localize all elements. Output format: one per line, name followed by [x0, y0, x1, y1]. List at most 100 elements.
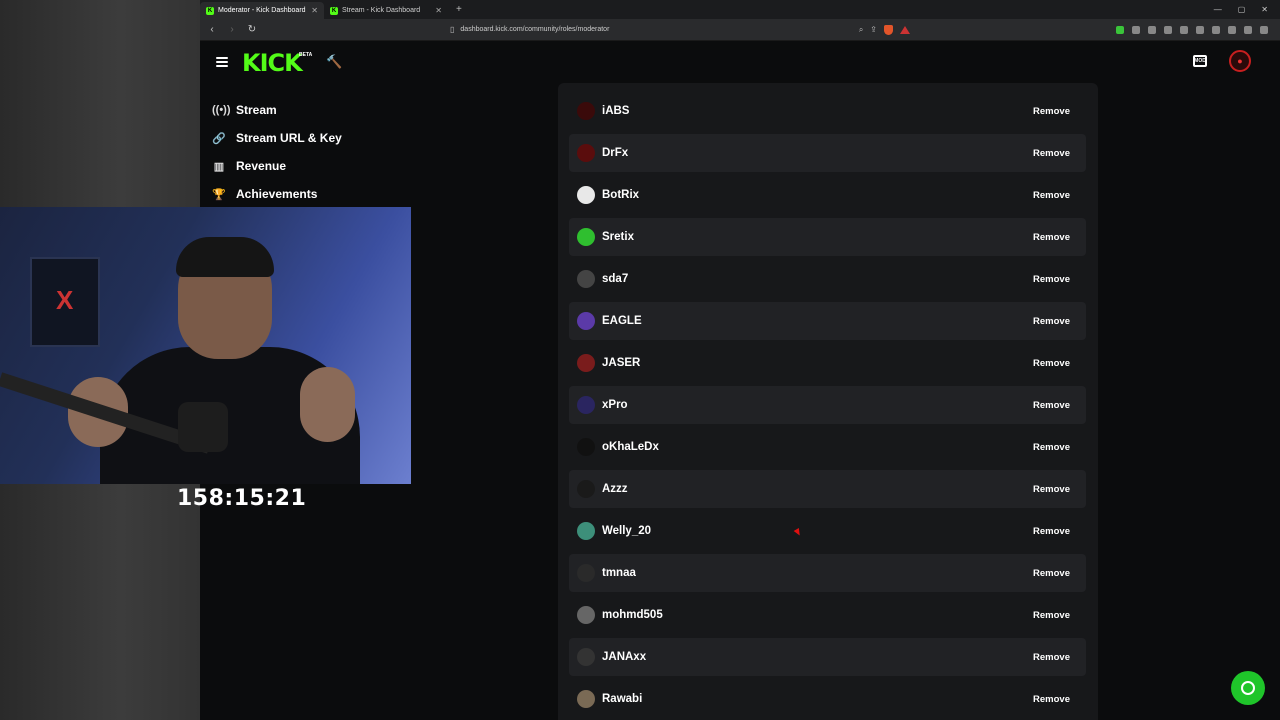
remove-moderator-button[interactable]: Remove: [1027, 690, 1076, 709]
remove-moderator-button[interactable]: Remove: [1027, 480, 1076, 499]
moderator-row: Welly_20 Remove: [569, 512, 1086, 550]
sidebar-icon[interactable]: [1212, 25, 1220, 34]
moderator-row: BotRix Remove: [569, 176, 1086, 214]
extension-icon[interactable]: [1196, 25, 1204, 34]
moderator-avatar: [577, 270, 595, 288]
zoom-icon[interactable]: ⌕: [859, 25, 863, 35]
moderator-row: xPro Remove: [569, 386, 1086, 424]
moderation-hammer-icon[interactable]: 🔨: [326, 54, 342, 70]
brave-shield-icon[interactable]: [884, 24, 893, 35]
sidebar-item-label: Stream URL & Key: [236, 131, 342, 145]
bookmark-icon[interactable]: ▯: [450, 25, 454, 34]
sidebar-item-label: Revenue: [236, 159, 287, 173]
moderator-avatar: [577, 648, 595, 666]
tab-title: Moderator - Kick Dashboard: [218, 7, 306, 14]
sidebar-item-achievements[interactable]: 🏆 Achievements: [212, 180, 392, 208]
broadcast-icon: ((•)): [212, 104, 231, 116]
sidebar-item-revenue[interactable]: ▥ Revenue: [212, 152, 392, 180]
minimize-icon[interactable]: —: [1214, 5, 1222, 14]
window-controls: — ▢ ✕: [1214, 5, 1280, 14]
remove-moderator-button[interactable]: Remove: [1027, 270, 1076, 289]
close-tab-icon[interactable]: ✕: [435, 6, 442, 15]
remove-moderator-button[interactable]: Remove: [1027, 186, 1076, 205]
moderator-avatar: [577, 228, 595, 246]
sidebar-item-label: Achievements: [236, 187, 318, 201]
moderator-username[interactable]: oKhaLeDx: [602, 441, 659, 453]
moderator-row: Sretix Remove: [569, 218, 1086, 256]
moderator-username[interactable]: xPro: [602, 399, 628, 411]
remove-moderator-button[interactable]: Remove: [1027, 606, 1076, 625]
moderator-username[interactable]: JANAxx: [602, 651, 646, 663]
moderator-username[interactable]: DrFx: [602, 147, 628, 159]
help-chat-button[interactable]: [1231, 671, 1265, 705]
link-icon: 🔗: [212, 132, 226, 145]
microphone: [178, 402, 228, 452]
reload-icon[interactable]: ↻: [246, 24, 258, 35]
brave-rewards-icon[interactable]: [900, 25, 910, 34]
back-icon[interactable]: ‹: [206, 24, 218, 35]
moderator-row: Azzz Remove: [569, 470, 1086, 508]
moderator-username[interactable]: tmnaa: [602, 567, 636, 579]
beta-badge: BETA: [299, 52, 313, 58]
moderator-row: oKhaLeDx Remove: [569, 428, 1086, 466]
hamburger-menu-icon[interactable]: [216, 57, 228, 67]
mod-view-icon[interactable]: MOD: [1193, 55, 1207, 67]
remove-moderator-button[interactable]: Remove: [1027, 396, 1076, 415]
extension-icon[interactable]: [1132, 25, 1140, 34]
browser-toolbar: ‹ › ↻ ▯ dashboard.kick.com/community/rol…: [200, 19, 1280, 41]
sidebar-item-label: Stream: [236, 103, 277, 117]
moderator-username[interactable]: BotRix: [602, 189, 639, 201]
extensions-bar: [1116, 25, 1274, 34]
remove-moderator-button[interactable]: Remove: [1027, 648, 1076, 667]
streamer-hair: [176, 237, 274, 277]
user-avatar[interactable]: ●: [1229, 50, 1251, 72]
close-tab-icon[interactable]: ✕: [311, 6, 318, 15]
moderator-username[interactable]: sda7: [602, 273, 628, 285]
extension-icon[interactable]: [1180, 25, 1188, 34]
url-actions: ⌕ ⇪: [859, 24, 910, 35]
tab-title: Stream - Kick Dashboard: [342, 7, 421, 14]
moderator-avatar: [577, 144, 595, 162]
address-bar[interactable]: ▯ dashboard.kick.com/community/roles/mod…: [450, 22, 910, 38]
remove-moderator-button[interactable]: Remove: [1027, 144, 1076, 163]
kick-logo[interactable]: KICK: [242, 49, 303, 77]
moderator-row: JASER Remove: [569, 344, 1086, 382]
moderator-list: iABS Remove DrFx Remove BotRix Remove Sretix Re…: [558, 83, 1098, 720]
moderator-username[interactable]: Sretix: [602, 231, 634, 243]
moderator-username[interactable]: EAGLE: [602, 315, 642, 327]
maximize-icon[interactable]: ▢: [1238, 5, 1246, 14]
moderator-username[interactable]: Rawabi: [602, 693, 642, 705]
extension-icon[interactable]: [1164, 25, 1172, 34]
moderator-row: EAGLE Remove: [569, 302, 1086, 340]
moderator-username[interactable]: Welly_20: [602, 525, 651, 537]
moderator-row: tmnaa Remove: [569, 554, 1086, 592]
moderator-username[interactable]: Azzz: [602, 483, 628, 495]
sidebar-item-stream-url-key[interactable]: 🔗 Stream URL & Key: [212, 124, 392, 152]
moderator-username[interactable]: JASER: [602, 357, 640, 369]
tab-moderator[interactable]: K Moderator - Kick Dashboard ✕: [200, 2, 324, 19]
remove-moderator-button[interactable]: Remove: [1027, 564, 1076, 583]
remove-moderator-button[interactable]: Remove: [1027, 438, 1076, 457]
remove-moderator-button[interactable]: Remove: [1027, 228, 1076, 247]
moderator-avatar: [577, 606, 595, 624]
new-tab-button[interactable]: +: [456, 4, 462, 15]
wallet-icon[interactable]: [1228, 25, 1236, 34]
remove-moderator-button[interactable]: Remove: [1027, 102, 1076, 121]
sidebar-item-stream[interactable]: ((•)) Stream: [212, 96, 392, 124]
tab-stream[interactable]: K Stream - Kick Dashboard ✕: [324, 2, 448, 19]
forward-icon[interactable]: ›: [226, 24, 238, 35]
remove-moderator-button[interactable]: Remove: [1027, 354, 1076, 373]
moderator-avatar: [577, 438, 595, 456]
extension-icon[interactable]: [1116, 25, 1124, 34]
moderator-username[interactable]: mohmd505: [602, 609, 663, 621]
vpn-icon[interactable]: [1244, 25, 1252, 34]
remove-moderator-button[interactable]: Remove: [1027, 312, 1076, 331]
extension-icon[interactable]: [1148, 25, 1156, 34]
moderator-avatar: [577, 522, 595, 540]
moderator-row: DrFx Remove: [569, 134, 1086, 172]
moderator-username[interactable]: iABS: [602, 105, 629, 117]
remove-moderator-button[interactable]: Remove: [1027, 522, 1076, 541]
close-window-icon[interactable]: ✕: [1261, 5, 1268, 14]
share-icon[interactable]: ⇪: [870, 25, 877, 34]
menu-icon[interactable]: [1260, 25, 1268, 34]
